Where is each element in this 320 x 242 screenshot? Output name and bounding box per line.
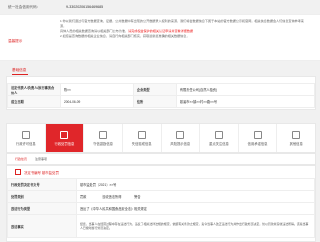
folder-icon [292,130,301,139]
notice-line-3: 2.如您是查询数据的相关企业信息，请自行向相关部门核实，获取最新最准确的相关数据… [60,34,190,38]
table-row: 成立日期 2004-06-09 住所 慈溪市××镇××村××路××号 [7,95,316,108]
sub-tabs: 行政处罚 注意事项 [6,153,316,165]
tab-label: 行政处罚信息 [54,141,75,146]
tab-admin-license[interactable]: 行政许可信息 [7,124,46,152]
tab-focus[interactable]: 重点关注信息 [200,124,239,152]
table-value: 违反了《中华人民共和国食品安全法》相关规定 [76,202,315,215]
basic-info-table: 法定代表人/负责人/执行事务合伙人 陈×× 企业类型 有限责任公司(自然人独资)… [7,83,316,108]
credit-code-value: 9-33020206156469685 [66,5,104,9]
basic-info-panel: 法定代表人/负责人/执行事务合伙人 陈×× 企业类型 有限责任公司(自然人独资)… [6,76,316,110]
category-tabs: 行政许可信息 行政处罚信息 守信激励信息 失信惩戒信息 风险提示信息 重点关注信… [6,123,316,153]
table-key: 企业类型 [132,83,177,96]
notice-text: 1.你以我们通过与官方数据查询、证据，公共数据中有出现的公开数据录入权利的来源，… [60,19,310,39]
table-key: 法定代表人/负责人/执行事务合伙人 [7,83,61,96]
award-icon [99,130,108,139]
tab-admin-penalty[interactable]: 行政处罚信息 [45,124,85,152]
table-value: 经查，当事人在经营过程中存在违法行为，违反了相关法律法规的规定，依据有关条款之规… [76,214,315,238]
penalty-panel: 决定书编号 慈市监处罚 行政处罚决定书文号 慈市监处罚〔2021〕××号 处罚类别… [6,165,316,242]
table-value: 有限责任公司(自然人独资) [175,83,316,96]
tab-commitment[interactable]: 信用承诺信息 [239,124,278,152]
tab-label: 重点关注信息 [209,141,229,146]
table-value: 2004-06-09 [60,95,134,108]
notice-link[interactable]: 请完成权益保护的相关认证申请并查看详细数据 [128,29,193,33]
tab-incentive[interactable]: 守信激励信息 [84,124,123,152]
table-row: 法定代表人/负责人/执行事务合伙人 陈×× 企业类型 有限责任公司(自然人独资) [7,83,316,96]
document-icon [15,169,21,175]
table-row: 违法行为类型 违反了《中华人民共和国食品安全法》相关规定 [7,202,315,215]
tab-label: 行政许可信息 [15,141,36,146]
tab-discredit[interactable]: 失信惩戒信息 [123,124,162,152]
tab-risk[interactable]: 风险提示信息 [162,124,201,152]
gavel-icon [60,130,69,139]
tab-other[interactable]: 其他信息 [277,124,315,152]
warning-icon [137,130,146,139]
table-key: 行政处罚决定书文号 [7,178,77,191]
notice-label: 温馨提示 [8,39,23,43]
penalty-header-text: 决定书编号 慈市监处罚 [24,170,59,175]
tab-label: 风险提示信息 [170,141,191,146]
tab-label: 守信激励信息 [93,141,113,146]
credit-code-label: 统一社会信用代码： [8,4,41,9]
basic-info-title: 基础信息 [12,68,29,75]
table-value: 陈×× [60,83,134,96]
notice-line-2: 具体人员的相关数据查询请以相关部门公布为准， [60,29,129,33]
table-key: 住所 [132,95,177,108]
penalty-table: 行政处罚决定书文号 慈市监处罚〔2021〕××号 处罚类别 罚款 没收违法所得 警告… [7,178,315,238]
notice-box: 温馨提示 1.你以我们通过与官方数据查询、证据，公共数据中有出现的公开数据录入权… [0,14,320,61]
table-row: 违法事实 经查，当事人在经营过程中存在违法行为，违反了相关法律法规的规定，依据有关… [7,214,315,238]
table-row: 行政处罚决定书文号 慈市监处罚〔2021〕××号 [7,178,315,191]
credit-code-row: 统一社会信用代码： 9-33020206156469685 [0,0,320,14]
subtab-penalty[interactable]: 行政处罚 [15,157,27,161]
eye-icon [214,130,223,139]
table-key: 成立日期 [7,95,61,108]
table-key: 违法行为类型 [7,202,77,215]
alert-icon [176,130,185,139]
tab-label: 失信惩戒信息 [131,141,152,146]
document-icon [21,130,30,139]
table-value: 慈市监处罚〔2021〕××号 [76,178,315,191]
table-key: 违法事实 [7,214,77,238]
table-value: 罚款 没收违法所得 警告 [76,190,315,203]
subtab-notes[interactable]: 注意事项 [35,157,47,161]
notice-line-1: 1.你以我们通过与官方数据查询、证据，公共数据中有出现的公开数据录入权利的来源，… [60,19,304,28]
tab-label: 信用承诺信息 [247,141,268,146]
handshake-icon [253,130,262,139]
table-value: 慈溪市××镇××村××路××号 [175,95,316,108]
tab-label: 其他信息 [289,141,303,146]
table-key: 处罚类别 [7,190,77,203]
penalty-header: 决定书编号 慈市监处罚 [15,166,315,178]
table-row: 处罚类别 罚款 没收违法所得 警告 [7,190,315,203]
